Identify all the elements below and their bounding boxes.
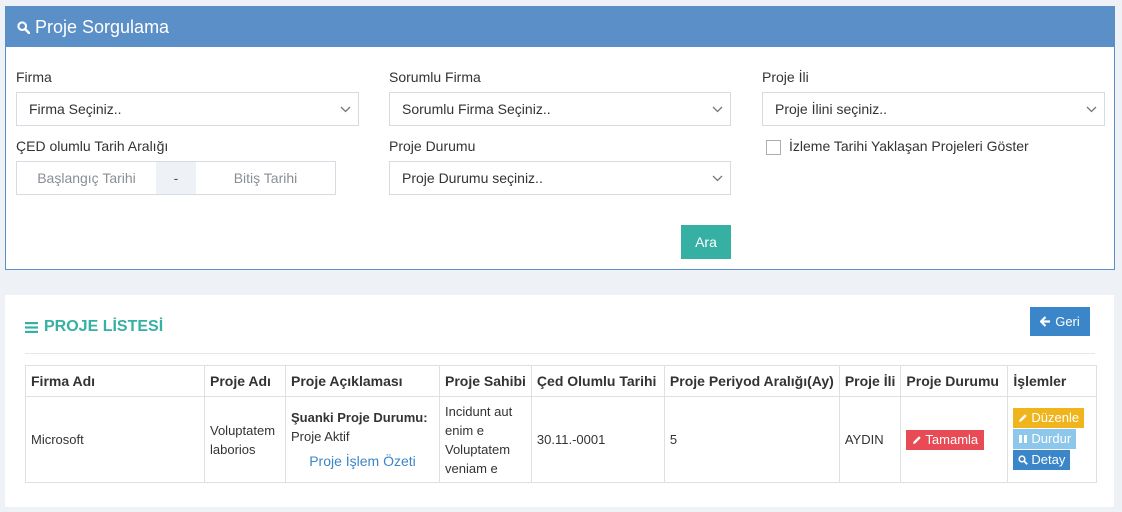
search-panel-header: Proje Sorgulama (6, 7, 1114, 47)
cell-proje-sahibi: Incidunt aut enim e Voluptatem veniam e (439, 396, 532, 483)
pause-icon (1019, 435, 1028, 443)
cell-proje-ili: AYDIN (838, 396, 902, 483)
proje-ili-label: Proje İli (762, 69, 809, 85)
firma-label: Firma (16, 69, 52, 85)
col-periyod: Proje Periyod Aralığı(Ay) (663, 365, 840, 397)
table-header-row: Firma Adı Proje Adı Proje Açıklaması Pro… (25, 365, 1098, 397)
cell-proje-aciklamasi: Şuanki Proje Durumu: Proje Aktif Proje İ… (285, 396, 440, 483)
back-button[interactable]: Geri (1030, 307, 1090, 336)
edit-label: Düzenle (1031, 410, 1080, 425)
search-icon (17, 20, 30, 34)
table-row: Microsoft Voluptatem laborios Şuanki Pro… (25, 396, 1098, 483)
izleme-checkbox-label: İzleme Tarihi Yaklaşan Projeleri Göster (789, 138, 1029, 154)
cell-proje-adi: Voluptatem laborios (204, 396, 286, 483)
cell-ced-tarihi: 30.11.-0001 (530, 396, 665, 483)
project-table: Firma Adı Proje Adı Proje Açıklaması Pro… (25, 365, 1098, 483)
aciklama-value: Proje Aktif (291, 429, 350, 444)
sorumlu-firma-select-value: Sorumlu Firma Seçiniz.. (402, 101, 551, 117)
proje-durumu-select[interactable]: Proje Durumu seçiniz.. (389, 161, 731, 195)
ced-date-range: Başlangıç Tarihi - Bitiş Tarihi (16, 161, 336, 195)
izleme-checkbox[interactable] (766, 140, 781, 155)
col-firma-adi: Firma Adı (25, 365, 205, 397)
search-icon (1018, 455, 1029, 465)
chevron-down-icon (1078, 93, 1104, 125)
arrow-left-icon (1040, 316, 1051, 327)
cell-firma-adi: Microsoft (25, 396, 205, 483)
list-title: PROJE LİSTESİ (25, 318, 163, 336)
detail-button[interactable]: Detay (1013, 450, 1071, 470)
list-title-text: PROJE LİSTESİ (44, 318, 164, 335)
col-proje-aciklamasi: Proje Açıklaması (285, 365, 440, 397)
end-date-input[interactable]: Bitiş Tarihi (196, 162, 335, 194)
col-proje-sahibi: Proje Sahibi (439, 365, 532, 397)
col-proje-ili: Proje İli (838, 365, 902, 397)
proje-durumu-select-value: Proje Durumu seçiniz.. (402, 170, 543, 186)
proje-ili-select[interactable]: Proje İlini seçiniz.. (762, 92, 1105, 126)
edit-button[interactable]: Düzenle (1013, 408, 1085, 428)
firma-select-value: Firma Seçiniz.. (29, 101, 122, 117)
start-date-input[interactable]: Başlangıç Tarihi (17, 162, 156, 194)
detail-label: Detay (1031, 452, 1066, 467)
search-panel: Proje Sorgulama Firma Firma Seçiniz.. So… (5, 6, 1115, 270)
cell-periyod: 5 (663, 396, 840, 483)
aciklama-label: Şuanki Proje Durumu: (291, 410, 428, 425)
proje-durumu-label: Proje Durumu (389, 138, 476, 154)
cell-proje-durumu: Tamamla (900, 396, 1009, 483)
pause-button[interactable]: Durdur (1013, 429, 1077, 449)
proje-islem-ozeti-link[interactable]: Proje İşlem Özeti (291, 452, 434, 471)
divider (25, 353, 1095, 354)
tamamla-label: Tamamla (925, 431, 979, 447)
chevron-down-icon (704, 162, 730, 194)
chevron-down-icon (704, 93, 730, 125)
tamamla-button[interactable]: Tamamla (906, 429, 985, 450)
project-list-panel: PROJE LİSTESİ Geri Firma Adı Proje Adı P… (5, 295, 1114, 507)
pause-label: Durdur (1031, 431, 1072, 446)
sorumlu-firma-select[interactable]: Sorumlu Firma Seçiniz.. (389, 92, 731, 126)
firma-select[interactable]: Firma Seçiniz.. (16, 92, 359, 126)
ced-tarih-label: ÇED olumlu Tarih Aralığı (16, 138, 169, 154)
sorumlu-firma-label: Sorumlu Firma (389, 69, 481, 85)
col-islemler: İşlemler (1007, 365, 1098, 397)
search-button[interactable]: Ara (681, 225, 731, 259)
pencil-icon (1019, 414, 1028, 422)
pencil-icon (913, 435, 922, 444)
list-icon (25, 321, 38, 333)
search-panel-title: Proje Sorgulama (35, 16, 170, 37)
chevron-down-icon (332, 93, 358, 125)
cell-islemler: Düzenle Durdur Detay (1007, 396, 1098, 483)
col-proje-durumu: Proje Durumu (900, 365, 1009, 397)
date-range-separator: - (156, 162, 196, 194)
col-proje-adi: Proje Adı (204, 365, 286, 397)
back-button-label: Geri (1055, 314, 1080, 329)
proje-ili-select-value: Proje İlini seçiniz.. (775, 101, 888, 117)
col-ced-olumlu-tarihi: Çed Olumlu Tarihi (530, 365, 665, 397)
